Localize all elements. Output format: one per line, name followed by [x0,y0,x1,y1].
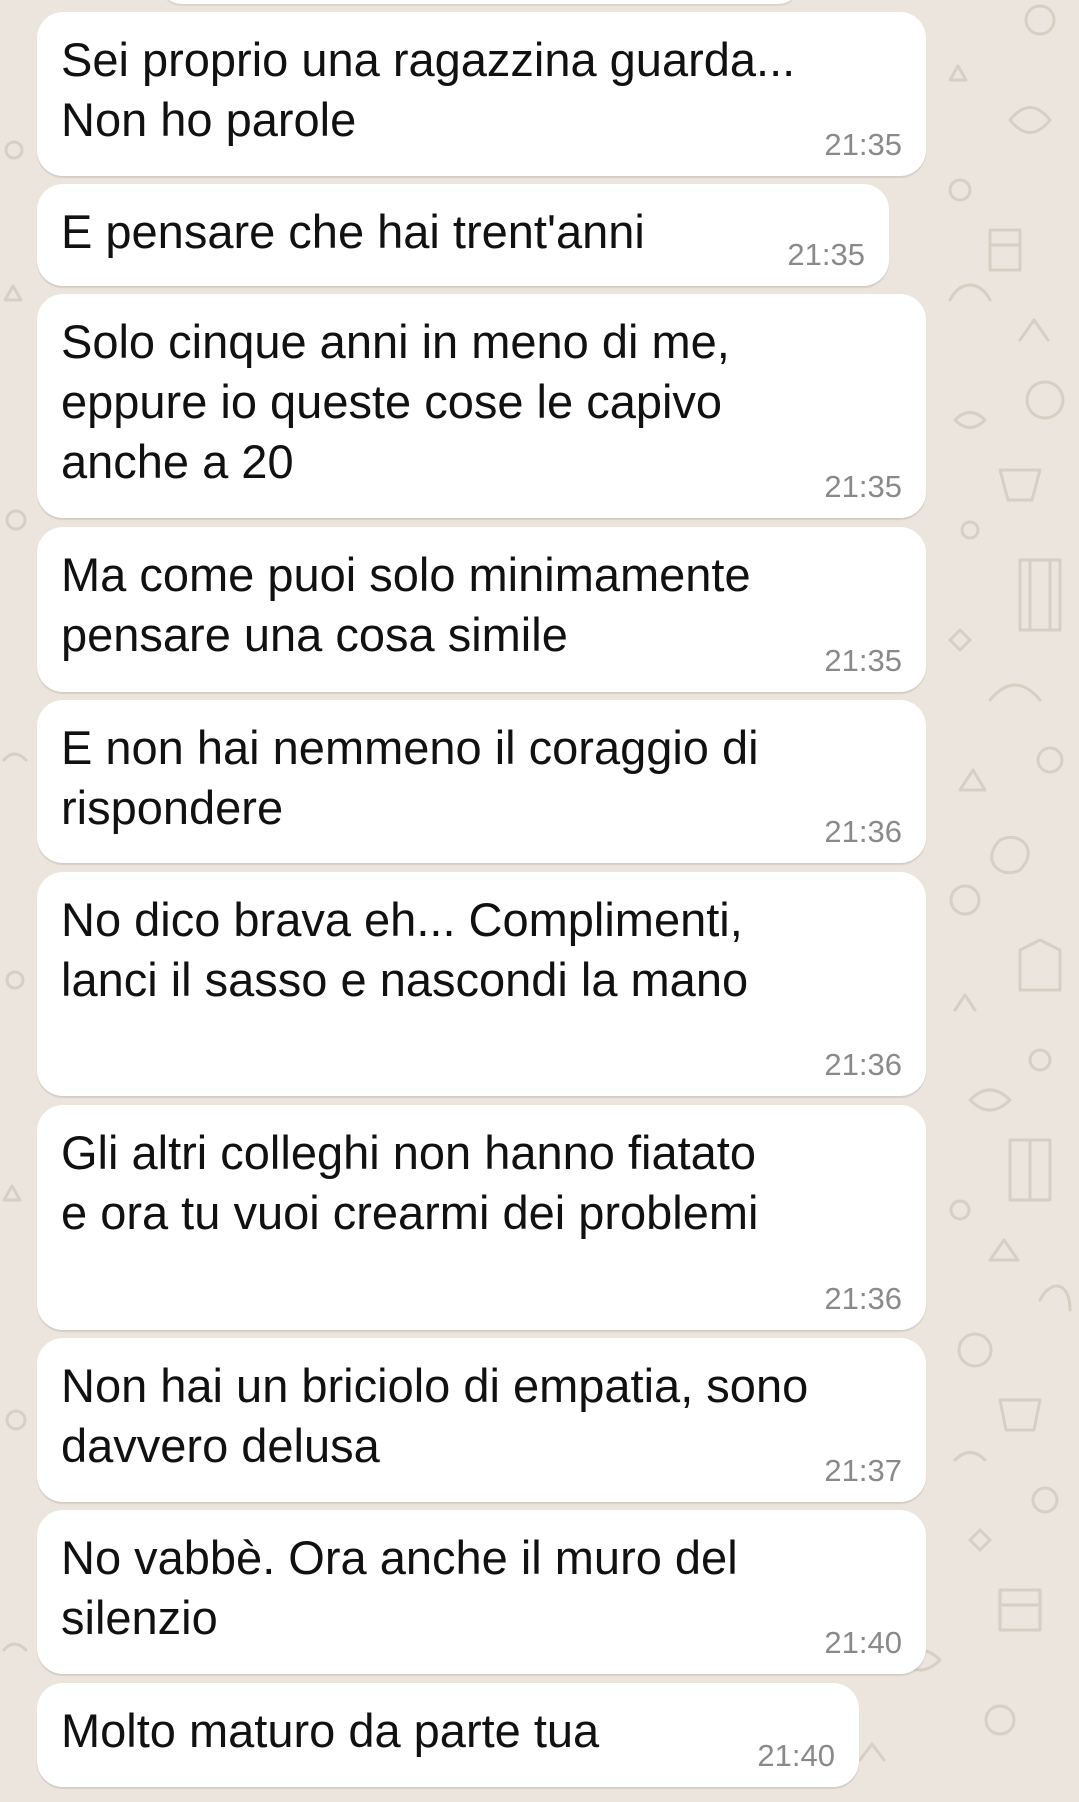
message-timestamp: 21:36 [824,1281,902,1316]
message-bubble[interactable]: No vabbè. Ora anche il muro del silenzio… [37,1510,926,1674]
message-bubble[interactable]: Sei proprio una ragazzina guarda... Non … [37,12,926,176]
message-timestamp: 21:35 [824,469,902,504]
message-bubble[interactable]: Gli altri colleghi non hanno fiatato e o… [37,1105,926,1330]
message-bubble[interactable]: No dico brava eh... Complimenti, lanci i… [37,872,926,1096]
message-text: Solo cinque anni in meno di me, eppure i… [61,315,730,488]
message-timestamp: 21:35 [824,127,902,162]
message-bubble[interactable]: Solo cinque anni in meno di me, eppure i… [37,294,926,518]
message-timestamp: 21:35 [824,643,902,678]
message-text: No dico brava eh... Complimenti, lanci i… [61,893,749,1006]
message-text: Molto maturo da parte tua [61,1704,600,1757]
message-bubble[interactable]: E non hai nemmeno il coraggio di rispond… [37,700,926,863]
message-bubble[interactable]: Non hai un briciolo di empatia, sono dav… [37,1338,926,1502]
message-text: Non hai un briciolo di empatia, sono dav… [61,1359,809,1472]
message-text: Ma come puoi solo minimamente pensare un… [61,548,751,661]
chat-message-list[interactable]: Sei proprio una ragazzina guarda... Non … [0,0,1079,1802]
message-text: E non hai nemmeno il coraggio di rispond… [61,721,759,834]
message-timestamp: 21:37 [824,1453,902,1488]
message-timestamp: 21:35 [787,237,865,272]
message-bubble[interactable]: Ma come puoi solo minimamente pensare un… [37,527,926,692]
message-timestamp: 21:40 [824,1625,902,1660]
message-timestamp: 21:36 [824,1047,902,1082]
message-text: E pensare che hai trent'anni [61,205,645,258]
previous-message-bubble-edge [160,0,800,4]
message-text: Gli altri colleghi non hanno fiatato e o… [61,1126,759,1239]
message-timestamp: 21:36 [824,814,902,849]
message-text: Sei proprio una ragazzina guarda... Non … [61,33,796,146]
message-bubble[interactable]: Molto maturo da parte tua 21:40 [37,1683,859,1787]
message-timestamp: 21:40 [757,1738,835,1773]
message-text: No vabbè. Ora anche il muro del silenzio [61,1531,738,1644]
message-bubble[interactable]: E pensare che hai trent'anni 21:35 [37,184,889,286]
